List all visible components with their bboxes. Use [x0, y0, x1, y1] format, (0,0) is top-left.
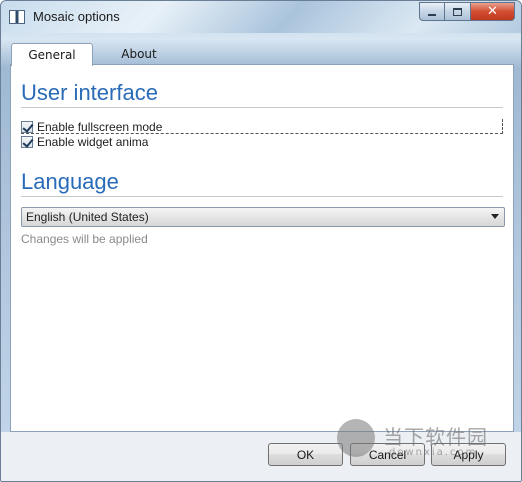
- language-select[interactable]: English (United States): [21, 207, 505, 227]
- caption-buttons: ✕: [419, 2, 515, 21]
- language-divider: [21, 196, 503, 197]
- fullscreen-label: Enable fullscreen mode: [37, 120, 163, 134]
- widget-animation-checkbox[interactable]: [21, 136, 33, 148]
- fullscreen-checkbox[interactable]: [21, 121, 33, 133]
- widget-animation-option[interactable]: Enable widget anima: [21, 135, 148, 149]
- ok-button[interactable]: OK: [268, 443, 343, 466]
- app-icon: [9, 10, 25, 24]
- user-interface-divider: [21, 107, 503, 108]
- widget-animation-label: Enable widget anima: [37, 135, 149, 149]
- general-panel: User interface Enable fullscreen mode En…: [10, 64, 514, 432]
- close-button[interactable]: ✕: [471, 2, 515, 21]
- title-bar[interactable]: Mosaic options ✕: [1, 1, 521, 33]
- tab-general[interactable]: General: [11, 43, 93, 66]
- user-interface-heading: User interface: [21, 80, 158, 105]
- language-heading: Language: [21, 169, 119, 194]
- minimize-button[interactable]: [419, 2, 445, 21]
- chevron-down-icon: [491, 214, 499, 219]
- language-select-value: English (United States): [26, 210, 149, 224]
- minimize-icon: [428, 13, 436, 16]
- cancel-button[interactable]: Cancel: [350, 443, 425, 466]
- close-icon: ✕: [487, 4, 498, 19]
- tab-about[interactable]: About: [97, 43, 181, 65]
- maximize-icon: [453, 7, 462, 16]
- window-title: Mosaic options: [33, 9, 120, 24]
- apply-button[interactable]: Apply: [431, 443, 506, 466]
- tab-strip: General About: [11, 43, 181, 66]
- language-hint: Changes will be applied: [21, 232, 148, 246]
- options-window: Mosaic options ✕ General About User inte…: [0, 0, 522, 482]
- fullscreen-option[interactable]: Enable fullscreen mode: [21, 120, 162, 134]
- maximize-button[interactable]: [445, 2, 471, 21]
